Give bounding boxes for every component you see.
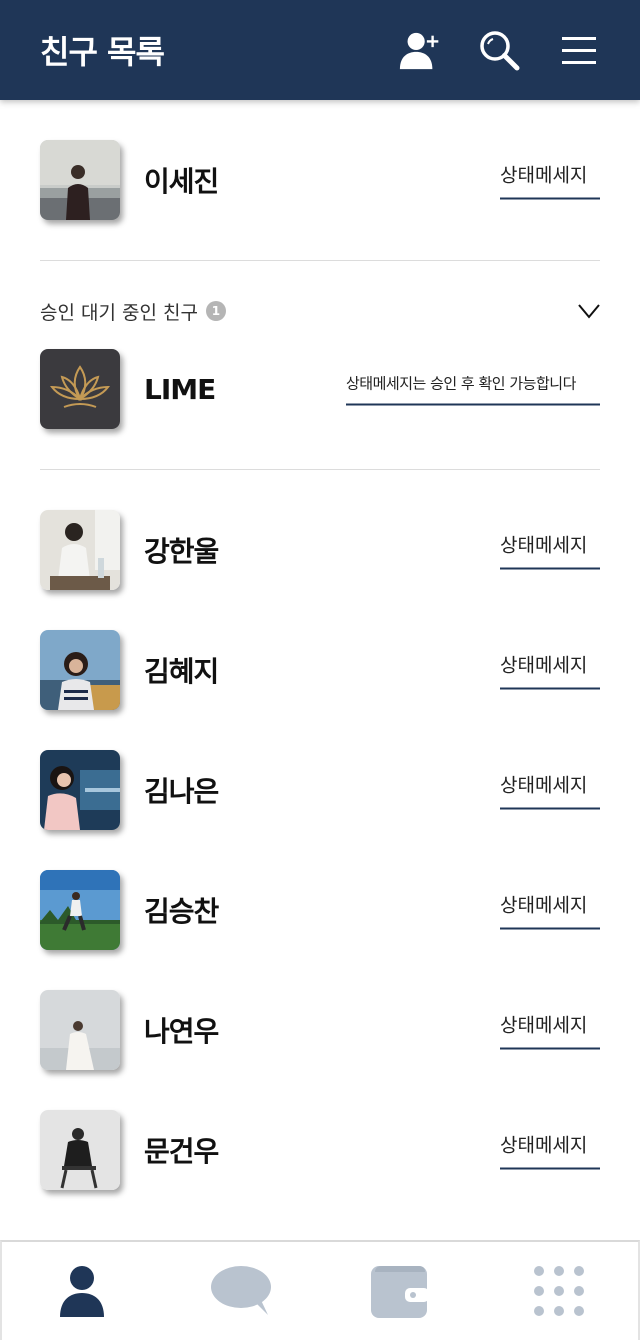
search-icon[interactable]: [478, 29, 520, 71]
status-message: 상태메세지: [500, 531, 600, 570]
menu-icon[interactable]: [558, 29, 600, 71]
pending-count-badge: 1: [205, 301, 226, 321]
friend-name: 김혜지: [144, 655, 219, 688]
status-message: 상태메세지는 승인 후 확인 가능합니다: [346, 373, 600, 406]
avatar: [40, 349, 120, 429]
avatar: [40, 510, 120, 590]
friends-tab-icon: [59, 1266, 104, 1317]
avatar: [40, 750, 120, 830]
status-message: 상태메세지: [500, 161, 600, 200]
friend-name: LIME: [144, 372, 216, 406]
add-friend-icon[interactable]: [398, 29, 440, 71]
wallet-tab-icon: [370, 1266, 429, 1318]
app-header: 친구 목록: [0, 0, 640, 100]
status-message: 상태메세지: [500, 1011, 600, 1050]
friend-row[interactable]: 김혜지 상태메세지: [40, 610, 600, 730]
status-message: 상태메세지: [500, 1131, 600, 1170]
friend-list: 이세진 상태메세지 승인 대기 중인 친구 1 LIME 상태메세지는 승인 후…: [40, 100, 600, 1210]
avatar: [40, 630, 120, 710]
nav-tab-wallet[interactable]: [320, 1242, 479, 1340]
avatar: [40, 990, 120, 1070]
more-tab-icon: [533, 1266, 584, 1316]
status-message: 상태메세지: [500, 651, 600, 690]
header-actions: [398, 0, 600, 100]
friend-row[interactable]: 김승찬 상태메세지: [40, 850, 600, 970]
pending-friend-row[interactable]: LIME 상태메세지는 승인 후 확인 가능합니다: [40, 329, 600, 449]
status-message: 상태메세지: [500, 891, 600, 930]
friend-row[interactable]: 나연우 상태메세지: [40, 970, 600, 1090]
friend-name: 강한울: [144, 535, 219, 568]
friend-name: 김나은: [144, 775, 219, 808]
nav-tab-more[interactable]: [479, 1242, 638, 1340]
friend-name: 문건우: [144, 1135, 219, 1168]
friend-name: 나연우: [144, 1015, 219, 1048]
nav-tab-chat[interactable]: [161, 1242, 320, 1340]
status-message: 상태메세지: [500, 771, 600, 810]
chat-tab-icon: [210, 1266, 271, 1315]
friend-row[interactable]: 강한울 상태메세지: [40, 490, 600, 610]
my-profile-row[interactable]: 이세진 상태메세지: [40, 100, 600, 260]
page-title: 친구 목록: [40, 33, 165, 71]
friend-name: 김승찬: [144, 895, 219, 928]
avatar: [40, 1110, 120, 1190]
avatar: [40, 140, 120, 220]
pending-label: 승인 대기 중인 친구: [40, 301, 198, 324]
friend-name: 이세진: [144, 165, 219, 198]
bottom-nav: [0, 1240, 640, 1340]
chevron-down-icon[interactable]: [578, 299, 600, 321]
nav-tab-friends[interactable]: [2, 1242, 161, 1340]
avatar: [40, 870, 120, 950]
friend-row[interactable]: 문건우 상태메세지: [40, 1090, 600, 1210]
friend-row[interactable]: 김나은 상태메세지: [40, 730, 600, 850]
